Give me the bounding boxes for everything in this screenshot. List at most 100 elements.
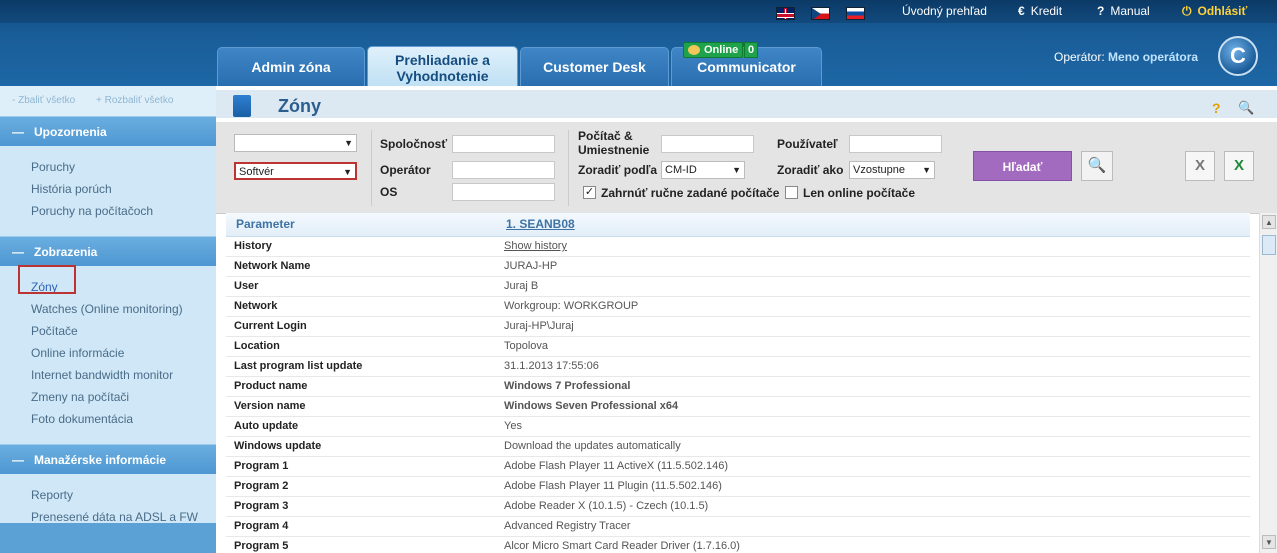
tab-admin-label: Admin zóna xyxy=(251,59,331,75)
collapse-dash-icon: — xyxy=(12,245,24,259)
zoradit-ako-select[interactable]: Vzostupne ▼ xyxy=(849,161,935,179)
row-parameter: History xyxy=(234,240,272,252)
table-header: Parameter 1. SEANB08 xyxy=(226,213,1250,237)
main-content: Zóny ? 🔍 ▼ Softvér ▼ Spoločnosť Operátor … xyxy=(216,86,1277,553)
pocitac-input[interactable] xyxy=(661,135,754,153)
zoradit-podla-value: CM-ID xyxy=(665,164,697,176)
pouzivatel-label: Používateľ xyxy=(777,137,838,151)
row-value: Adobe Flash Player 11 Plugin (11.5.502.1… xyxy=(504,480,722,492)
collapse-all-link[interactable]: - Zbaliť všetko xyxy=(12,95,75,106)
os-input[interactable] xyxy=(452,183,555,201)
table-row: User Juraj B xyxy=(226,277,1250,297)
power-icon: ⏻ xyxy=(1182,4,1192,18)
question-icon: ? xyxy=(1097,4,1105,18)
table-row: Current Login Juraj-HP\Juraj xyxy=(226,317,1250,337)
computer-link[interactable]: 1. SEANB08 xyxy=(506,217,575,231)
only-online-checkbox[interactable] xyxy=(785,186,798,199)
sidebar-section-zobrazenia[interactable]: — Zobrazenia xyxy=(0,236,216,266)
zoradit-podla-select[interactable]: CM-ID ▼ xyxy=(661,161,745,179)
operator-name: Meno operátora xyxy=(1108,50,1199,64)
row-parameter: Program 2 xyxy=(234,480,289,492)
flag-cz-icon[interactable] xyxy=(811,7,830,20)
tab-prehliadanie[interactable]: Prehliadanie a Vyhodnotenie xyxy=(367,46,518,87)
category-select[interactable]: Softvér ▼ xyxy=(234,162,357,180)
operator-input[interactable] xyxy=(452,161,555,179)
table-row: Program 1 Adobe Flash Player 11 ActiveX (… xyxy=(226,457,1250,477)
parameter-header: Parameter xyxy=(236,217,295,231)
row-parameter: Program 1 xyxy=(234,460,289,472)
table-row: Location Topolova xyxy=(226,337,1250,357)
row-parameter: Auto update xyxy=(234,420,299,432)
sidebar-item-watches[interactable]: Watches (Online monitoring) xyxy=(31,300,216,322)
tab-customer-desk[interactable]: Customer Desk xyxy=(520,47,669,86)
top-header: Úvodný prehľad € Kredit ? Manual ⏻ Odhlásiť… xyxy=(0,0,1277,87)
sidebar-section-manazerske[interactable]: — Manažérske informácie xyxy=(0,444,216,474)
zoom-in-icon[interactable]: 🔍 xyxy=(1081,151,1113,181)
help-icon[interactable]: ? xyxy=(1212,100,1221,116)
collapse-dash-icon: — xyxy=(12,453,24,467)
include-manual-checkbox[interactable]: ✓ xyxy=(583,186,596,199)
sidebar-item-bandwidth-monitor[interactable]: Internet bandwidth monitor xyxy=(31,366,216,388)
sidebar-section-upozornenia[interactable]: — Upozornenia xyxy=(0,116,216,146)
search-icon[interactable]: 🔍 xyxy=(1238,100,1254,116)
sidebar-item-reporty[interactable]: Reporty xyxy=(31,486,216,508)
chevron-down-icon: ▼ xyxy=(343,167,352,177)
excel-export-icon[interactable]: X xyxy=(1185,151,1215,181)
table-row: Program 4 Advanced Registry Tracer xyxy=(226,517,1250,537)
online-badge: Online xyxy=(683,42,744,58)
row-value: Advanced Registry Tracer xyxy=(504,520,631,532)
scrollbar[interactable]: ▲ ▼ xyxy=(1259,213,1277,553)
row-parameter: Program 4 xyxy=(234,520,289,532)
excel-icon[interactable]: X xyxy=(1224,151,1254,181)
row-value: Workgroup: WORKGROUP xyxy=(504,300,639,312)
only-online-label: Len online počítače xyxy=(803,186,916,200)
manual-link[interactable]: ? Manual xyxy=(1097,4,1150,18)
sidebar-item-online-informacie[interactable]: Online informácie xyxy=(31,344,216,366)
row-value: Juraj-HP\Juraj xyxy=(504,320,574,332)
search-button[interactable]: Hľadať xyxy=(973,151,1072,181)
sidebar-item-historia-poruch[interactable]: História porúch xyxy=(31,180,216,202)
row-parameter: Product name xyxy=(234,380,308,392)
sidebar-item-zmeny-na-pocitaci[interactable]: Zmeny na počítači xyxy=(31,388,216,410)
credit-link-label: Kredit xyxy=(1030,4,1063,18)
sidebar-item-foto-dokumentacia[interactable]: Foto dokumentácia xyxy=(31,410,216,432)
scroll-up-icon[interactable]: ▲ xyxy=(1262,215,1276,229)
row-value: 31.1.2013 17:55:06 xyxy=(504,360,599,372)
flag-sk-icon[interactable] xyxy=(846,7,865,20)
tab-prehl-label-1: Prehliadanie a xyxy=(395,52,490,68)
operator-label: Operátor: xyxy=(1054,50,1105,64)
scroll-thumb[interactable] xyxy=(1262,235,1276,255)
filter-panel: ▼ Softvér ▼ Spoločnosť Operátor OS Počíta… xyxy=(216,122,1277,214)
row-parameter: Version name xyxy=(234,400,306,412)
collapse-dash-icon: — xyxy=(12,125,24,139)
pouzivatel-input[interactable] xyxy=(849,135,942,153)
flag-uk-icon[interactable] xyxy=(776,7,795,20)
table-row: Network Workgroup: WORKGROUP xyxy=(226,297,1250,317)
row-parameter: Network Name xyxy=(234,260,311,272)
tab-prehl-label-2: Vyhodnotenie xyxy=(396,68,489,84)
row-parameter: Location xyxy=(234,340,280,352)
spolocnost-label: Spoločnosť xyxy=(380,137,448,151)
details-table: Parameter 1. SEANB08 History Show history… xyxy=(226,213,1250,553)
scroll-down-icon[interactable]: ▼ xyxy=(1262,535,1276,549)
user-online-icon xyxy=(688,45,700,55)
logout-link[interactable]: ⏻ Odhlásiť xyxy=(1182,4,1247,19)
row-value: Adobe Reader X (10.1.5) - Czech (10.1.5) xyxy=(504,500,709,512)
app-logo: C xyxy=(1218,36,1258,76)
table-row: Version name Windows Seven Professional x… xyxy=(226,397,1250,417)
expand-all-link[interactable]: + Rozbaliť všetko xyxy=(96,95,173,106)
table-row: Program 3 Adobe Reader X (10.1.5) - Czech… xyxy=(226,497,1250,517)
credit-link[interactable]: € Kredit xyxy=(1018,4,1062,18)
top-band xyxy=(0,0,1277,23)
sidebar-item-poruchy[interactable]: Poruchy xyxy=(31,158,216,180)
sidebar-item-pocitace[interactable]: Počítače xyxy=(31,322,216,344)
spolocnost-input[interactable] xyxy=(452,135,555,153)
show-history-link[interactable]: Show history xyxy=(504,240,567,252)
sidebar-item-poruchy-na-pocitacoch[interactable]: Poruchy na počítačoch xyxy=(31,202,216,224)
group-select[interactable]: ▼ xyxy=(234,134,357,152)
online-count-badge: 0 xyxy=(744,42,758,58)
row-value: Topolova xyxy=(504,340,549,352)
tab-admin-zona[interactable]: Admin zóna xyxy=(217,47,365,86)
row-parameter: Current Login xyxy=(234,320,307,332)
overview-link[interactable]: Úvodný prehľad xyxy=(902,4,987,18)
